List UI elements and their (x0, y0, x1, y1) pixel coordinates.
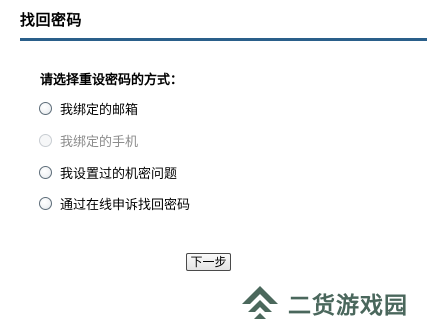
option-online-appeal[interactable]: 通过在线申诉找回密码 (39, 194, 191, 213)
option-bound-phone: 我绑定的手机 (39, 131, 139, 150)
option-security-question[interactable]: 我设置过的机密问题 (39, 163, 178, 182)
option-label-email: 我绑定的邮箱 (60, 102, 139, 118)
reset-method-question: 请选择重设密码的方式： (40, 73, 184, 88)
radio-button-online-appeal[interactable] (39, 196, 52, 210)
option-label-security-question: 我设置过的机密问题 (60, 166, 178, 182)
option-label-online-appeal: 通过在线申诉找回密码 (60, 197, 191, 213)
radio-button-security-question[interactable] (39, 165, 52, 179)
radio-button-phone (39, 133, 52, 147)
chevron-up-logo-icon (242, 286, 278, 319)
site-watermark: 二货游戏园 (238, 283, 408, 323)
option-bound-email[interactable]: 我绑定的邮箱 (39, 99, 139, 118)
radio-button-email[interactable] (39, 101, 52, 115)
watermark-text: 二货游戏园 (288, 293, 408, 319)
option-label-phone: 我绑定的手机 (60, 134, 139, 150)
next-step-button[interactable]: 下一步 (186, 253, 231, 271)
title-divider (20, 38, 427, 41)
page-title: 找回密码 (20, 11, 83, 29)
